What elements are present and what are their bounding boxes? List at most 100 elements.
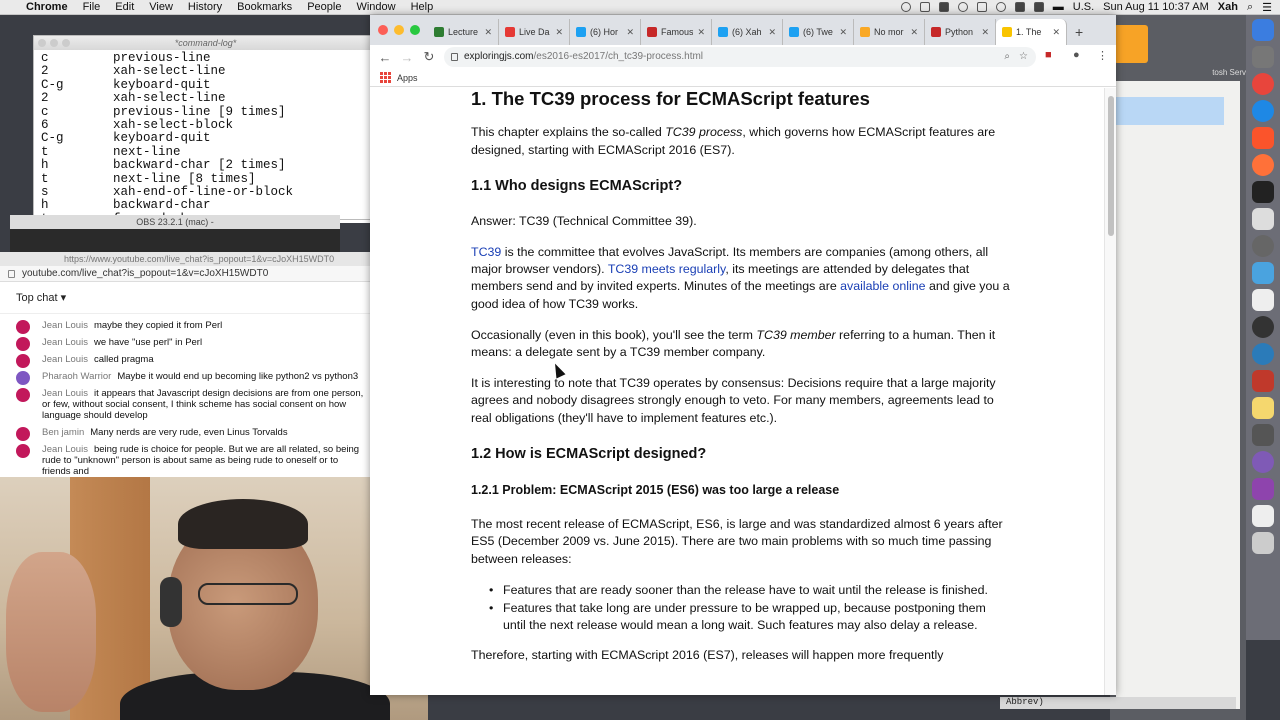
menu-bookmarks[interactable]: Bookmarks xyxy=(237,1,292,13)
clock-status-icon[interactable] xyxy=(957,2,968,12)
browser-tab[interactable]: (6) Twe ✕ xyxy=(783,19,854,45)
tc39-link[interactable]: TC39 xyxy=(471,245,501,259)
close-tab-icon[interactable]: ✕ xyxy=(910,27,918,38)
wifi-icon[interactable] xyxy=(995,2,1006,12)
menu-window[interactable]: Window xyxy=(356,1,395,13)
obs-status-icon[interactable] xyxy=(900,2,911,12)
browser-window[interactable]: Lecture ✕ Live Da ✕ (6) Hor ✕ Famous ✕ (6) Xah ✕(… xyxy=(370,15,1116,695)
apps-grid-icon[interactable] xyxy=(380,72,391,83)
browser-tab[interactable]: (6) Xah ✕ xyxy=(712,19,783,45)
menu-clock[interactable]: Sun Aug 11 10:37 AM xyxy=(1103,1,1209,13)
notes-icon[interactable] xyxy=(1252,397,1274,419)
chat-author[interactable]: Ben jamin xyxy=(42,427,84,438)
window-status-icon[interactable] xyxy=(919,2,930,12)
close-tab-icon[interactable]: ✕ xyxy=(484,27,492,38)
minimize-button[interactable] xyxy=(394,25,404,35)
avatar[interactable] xyxy=(16,354,30,368)
reload-button[interactable]: ↻ xyxy=(418,49,440,65)
close-tab-icon[interactable]: ✕ xyxy=(839,27,847,38)
pause-icon[interactable] xyxy=(938,2,949,12)
profile-avatar-icon[interactable]: ● xyxy=(1073,49,1080,61)
avatar[interactable] xyxy=(16,371,30,385)
trash-icon[interactable] xyxy=(1252,532,1274,554)
close-tab-icon[interactable]: ✕ xyxy=(555,27,563,38)
volume-icon[interactable] xyxy=(1014,2,1025,12)
close-tab-icon[interactable]: ✕ xyxy=(1052,27,1060,38)
bookmark-apps[interactable]: Apps xyxy=(397,73,418,83)
obs-icon[interactable] xyxy=(1252,316,1274,338)
browser-tab[interactable]: Lecture ✕ xyxy=(428,19,499,45)
menu-help[interactable]: Help xyxy=(411,1,434,13)
chat-header[interactable]: Top chat ▾ xyxy=(0,282,372,314)
app-icon[interactable] xyxy=(1252,343,1274,365)
menu-user[interactable]: Xah xyxy=(1218,1,1238,13)
browser-tab[interactable]: No mor ✕ xyxy=(854,19,925,45)
zoom-button[interactable] xyxy=(410,25,420,35)
browser-tab[interactable]: (6) Hor ✕ xyxy=(570,19,641,45)
close-tab-icon[interactable]: ✕ xyxy=(768,27,776,38)
avatar[interactable] xyxy=(16,337,30,351)
avatar[interactable] xyxy=(16,427,30,441)
spotlight-icon[interactable]: ⌕ xyxy=(1247,1,1253,14)
browser-tab[interactable]: 1. The ✕ xyxy=(996,19,1067,45)
scrollbar-thumb[interactable] xyxy=(1108,96,1114,236)
chat-author[interactable]: Pharaoh Warrior xyxy=(42,371,111,382)
safari-icon[interactable] xyxy=(1252,100,1274,122)
browser-tab[interactable]: Python ✕ xyxy=(925,19,996,45)
launchpad-icon[interactable] xyxy=(1252,46,1274,68)
textedit-icon[interactable] xyxy=(1252,208,1274,230)
chat-author[interactable]: Jean Louis xyxy=(42,388,88,399)
chat-author[interactable]: Jean Louis xyxy=(42,354,88,365)
extension-icon[interactable]: ■ xyxy=(1045,49,1052,61)
chrome-menu-icon[interactable]: ⋮ xyxy=(1097,49,1108,62)
brave-icon[interactable] xyxy=(1252,127,1274,149)
preferences-icon[interactable] xyxy=(1252,235,1274,257)
forward-button[interactable]: → xyxy=(396,50,418,65)
activity-monitor-icon[interactable] xyxy=(1252,262,1274,284)
finder-icon[interactable] xyxy=(1252,19,1274,41)
chat-author[interactable]: Jean Louis xyxy=(42,337,88,348)
emacs-icon[interactable] xyxy=(1252,451,1274,473)
menu-people[interactable]: People xyxy=(307,1,341,13)
terminal-icon[interactable] xyxy=(1252,181,1274,203)
browser-tab[interactable]: Famous ✕ xyxy=(641,19,712,45)
close-button[interactable] xyxy=(378,25,388,35)
bluetooth-icon[interactable] xyxy=(976,2,987,12)
chat-author[interactable]: Jean Louis xyxy=(42,444,88,455)
chevron-down-icon[interactable]: ▾ xyxy=(61,292,67,304)
tc39-meets-regularly-link[interactable]: TC39 meets regularly xyxy=(608,262,726,276)
menu-file[interactable]: File xyxy=(83,1,101,13)
flag-icon[interactable]: ▬ xyxy=(1053,1,1064,13)
close-tab-icon[interactable]: ✕ xyxy=(697,27,705,38)
menu-view[interactable]: View xyxy=(149,1,173,13)
menu-edit[interactable]: Edit xyxy=(115,1,134,13)
avatar[interactable] xyxy=(16,444,30,458)
folder-icon[interactable] xyxy=(1114,25,1148,63)
close-dot[interactable] xyxy=(38,39,46,47)
photo-booth-icon[interactable] xyxy=(1252,370,1274,392)
close-tab-icon[interactable]: ✕ xyxy=(626,27,634,38)
screenshot-icon[interactable] xyxy=(1252,424,1274,446)
close-tab-icon[interactable]: ✕ xyxy=(981,27,989,38)
command-log-window[interactable]: *command-log* c previous-line 2 xah-select-… xyxy=(33,35,378,226)
obs-window[interactable]: OBS 23.2.1 (mac) - xyxy=(10,215,340,255)
avatar[interactable] xyxy=(16,320,30,334)
emacs-alt-icon[interactable] xyxy=(1252,478,1274,500)
chat-author[interactable]: Jean Louis xyxy=(42,320,88,331)
notification-center-icon[interactable]: ☰ xyxy=(1262,1,1272,14)
battery-icon[interactable] xyxy=(1033,2,1044,12)
live-chat-window[interactable]: https://www.youtube.com/live_chat?is_pop… xyxy=(0,252,372,480)
chrome-icon[interactable] xyxy=(1252,73,1274,95)
bookmark-star-icon[interactable]: ☆ xyxy=(1019,47,1028,67)
available-online-link[interactable]: available online xyxy=(840,279,925,293)
document-icon[interactable] xyxy=(1252,505,1274,527)
avatar[interactable] xyxy=(16,388,30,402)
minimize-dot[interactable] xyxy=(50,39,58,47)
new-tab-button[interactable]: + xyxy=(1075,19,1083,45)
calendar-icon[interactable] xyxy=(1252,289,1274,311)
firefox-icon[interactable] xyxy=(1252,154,1274,176)
menu-history[interactable]: History xyxy=(188,1,222,13)
input-source-label[interactable]: U.S. xyxy=(1073,1,1094,13)
menu-app-name[interactable]: Chrome xyxy=(26,1,68,13)
browser-tab[interactable]: Live Da ✕ xyxy=(499,19,570,45)
